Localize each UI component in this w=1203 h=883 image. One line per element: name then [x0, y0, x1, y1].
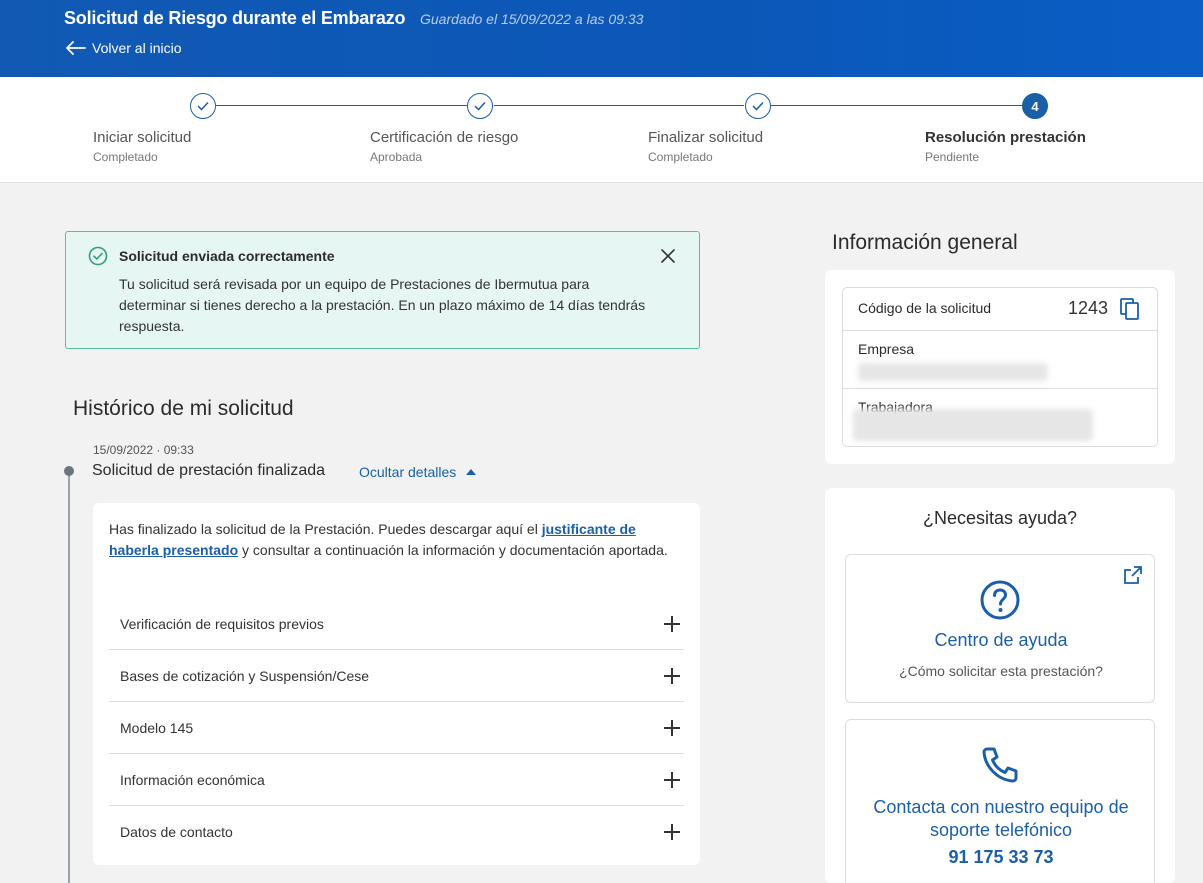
- external-link-icon: [1124, 566, 1142, 584]
- accordion-item-modelo-145[interactable]: Modelo 145: [109, 702, 684, 754]
- info-row-company: Empresa: [843, 331, 1157, 389]
- phone-support-card[interactable]: Contacta con nuestro equipo de soporte t…: [845, 719, 1155, 883]
- step-4-status: Pendiente: [925, 150, 980, 164]
- progress-stepper: Iniciar solicitud Completado Certificaci…: [0, 77, 1203, 183]
- step-connector: [494, 105, 744, 106]
- step-2-check-icon: [467, 93, 493, 119]
- help-center-subtitle: ¿Cómo solicitar esta prestación?: [899, 663, 1103, 679]
- app-header: Solicitud de Riesgo durante el Embarazo …: [0, 0, 1203, 77]
- check-circle-icon: [88, 246, 108, 266]
- plus-icon: [664, 719, 680, 736]
- redacted-company: [858, 363, 1048, 381]
- history-heading: Histórico de mi solicitud: [73, 397, 294, 420]
- info-row-worker: Trabajadora: [843, 389, 1157, 446]
- step-connector: [216, 105, 467, 106]
- success-alert: Solicitud enviada correctamente Tu solic…: [65, 231, 700, 349]
- code-value: 1243: [1068, 298, 1109, 318]
- toggle-label: Ocultar detalles: [359, 464, 457, 480]
- general-info-heading: Información general: [832, 231, 1018, 254]
- info-row-code: Código de la solicitud 1243: [843, 288, 1157, 331]
- help-center-label: Centro de ayuda: [934, 630, 1068, 650]
- phone-support-text: Contacta con nuestro equipo de soporte t…: [873, 797, 1129, 840]
- arrow-left-icon: [66, 41, 86, 55]
- step-3-check-icon: [745, 93, 771, 119]
- step-3-status: Completado: [648, 150, 713, 164]
- accordion-label: Datos de contacto: [120, 824, 233, 840]
- caret-up-icon: [466, 469, 477, 475]
- accordion-item-info-economica[interactable]: Información económica: [109, 754, 684, 806]
- details-text-before: Has finalizado la solicitud de la Presta…: [109, 521, 542, 537]
- info-box: Código de la solicitud 1243 Empresa Trab…: [842, 287, 1158, 447]
- alert-title: Solicitud enviada correctamente: [119, 248, 335, 264]
- plus-icon: [664, 771, 680, 788]
- back-label: Volver al inicio: [92, 40, 182, 56]
- help-card: ¿Necesitas ayuda? Centro de ayuda ¿Cómo …: [825, 488, 1175, 883]
- event-title: Solicitud de prestación finalizada: [92, 462, 326, 479]
- step-2-label: Certificación de riesgo: [370, 129, 519, 146]
- step-4-number: 4: [1022, 93, 1048, 119]
- timeline-line: [68, 470, 70, 883]
- accordion-item-datos-contacto[interactable]: Datos de contacto: [109, 806, 684, 858]
- plus-icon: [664, 824, 680, 840]
- step-3-label: Finalizar solicitud: [648, 129, 764, 146]
- alert-message: Tu solicitud será revisada por un equipo…: [119, 276, 646, 334]
- step-1-check-icon: [190, 93, 216, 119]
- timeline-dot: [64, 466, 74, 476]
- event-details-card: Has finalizado la solicitud de la Presta…: [93, 503, 700, 865]
- saved-timestamp: Guardado el 15/09/2022 a las 09:33: [420, 11, 644, 27]
- step-4-label: Resolución prestación: [925, 129, 1086, 146]
- company-label: Empresa: [858, 341, 915, 357]
- accordion-item-requisitos[interactable]: Verificación de requisitos previos: [109, 598, 684, 650]
- step-2-status: Aprobada: [370, 150, 423, 164]
- phone-icon: [982, 747, 1018, 783]
- step-1-status: Completado: [93, 150, 158, 164]
- accordion-label: Bases de cotización y Suspensión/Cese: [120, 667, 370, 684]
- back-to-home-link[interactable]: Volver al inicio: [66, 40, 182, 56]
- code-label: Código de la solicitud: [858, 300, 992, 316]
- details-description: Has finalizado la solicitud de la Presta…: [109, 519, 669, 561]
- hide-details-toggle[interactable]: Ocultar detalles: [359, 464, 477, 480]
- step-connector: [771, 105, 1022, 106]
- phone-number[interactable]: 91 175 33 73: [846, 847, 1156, 868]
- accordion-label: Verificación de requisitos previos: [120, 615, 324, 632]
- help-center-link-card[interactable]: Centro de ayuda ¿Cómo solicitar esta pre…: [845, 554, 1155, 703]
- accordion-label: Modelo 145: [120, 719, 194, 736]
- details-text-after: y consultar a continuación la informació…: [238, 542, 668, 558]
- redacted-worker: [853, 409, 1093, 441]
- close-icon[interactable]: [658, 246, 678, 266]
- question-circle-icon: [980, 580, 1020, 620]
- copy-icon[interactable]: [1120, 298, 1140, 320]
- help-heading: ¿Necesitas ayuda?: [922, 508, 1078, 528]
- plus-icon: [664, 667, 680, 684]
- accordion-item-bases-cotizacion[interactable]: Bases de cotización y Suspensión/Cese: [109, 650, 684, 702]
- details-accordion: Verificación de requisitos previos Bases…: [109, 598, 684, 858]
- step-1-label: Iniciar solicitud: [93, 129, 192, 146]
- general-info-card: Código de la solicitud 1243 Empresa Trab…: [825, 270, 1175, 464]
- page-title: Solicitud de Riesgo durante el Embarazo: [64, 8, 406, 28]
- accordion-label: Información económica: [120, 771, 265, 788]
- plus-icon: [664, 615, 680, 632]
- event-date: 15/09/2022 · 09:33: [93, 443, 194, 457]
